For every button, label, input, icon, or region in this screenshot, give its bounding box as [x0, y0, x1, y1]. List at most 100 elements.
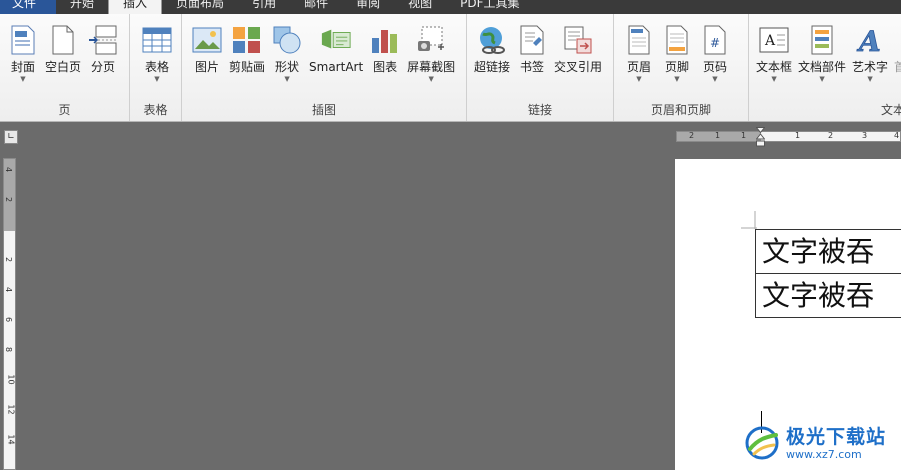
ruler-number: 2 — [4, 256, 14, 263]
blank-page-button[interactable]: 空白页 — [42, 24, 84, 84]
document-table[interactable]: 文字被吞 文字被吞 — [755, 229, 901, 318]
page-number-button[interactable]: # 页码 ▼ — [696, 24, 734, 84]
svg-text:A: A — [856, 25, 881, 55]
hyperlink-icon — [476, 24, 508, 56]
group-label-pages: 页 — [58, 103, 71, 117]
horizontal-ruler[interactable]: 2 1 1 1 2 3 4 — [676, 131, 901, 142]
chevron-down-icon: ▼ — [154, 75, 160, 83]
tab-references[interactable]: 引用 — [238, 0, 290, 14]
vertical-ruler[interactable]: 4 2 2 4 6 8 10 12 14 — [3, 158, 16, 470]
clip-art-icon — [231, 24, 263, 56]
tab-file[interactable]: 文件 — [0, 0, 57, 14]
group-illustrations: 图片 剪贴画 形状 ▼ SmartArt 图表 屏幕截图 ▼ 插图 — [182, 14, 467, 121]
chevron-down-icon: ▼ — [636, 75, 642, 83]
page-break-icon — [87, 24, 119, 56]
ribbon-tab-bar: 文件 开始 插入 页面布局 引用 邮件 审阅 视图 PDF工具集 — [0, 0, 901, 14]
picture-button[interactable]: 图片 — [188, 24, 226, 84]
cover-page-button[interactable]: 封面 ▼ — [4, 24, 42, 84]
shapes-icon — [271, 24, 303, 56]
tab-mailings[interactable]: 邮件 — [290, 0, 342, 14]
chevron-down-icon: ▼ — [284, 75, 290, 83]
aurora-logo-icon — [745, 426, 779, 460]
ruler-number: 1 — [795, 131, 801, 140]
screenshot-button[interactable]: 屏幕截图 ▼ — [404, 24, 458, 84]
group-label-illustrations: 插图 — [311, 103, 336, 117]
table-cell[interactable]: 文字被吞 — [755, 229, 901, 274]
ruler-number: 4 — [894, 131, 900, 140]
header-label: 页眉 — [626, 60, 651, 74]
table-row: 文字被吞 — [755, 273, 901, 318]
footer-icon — [661, 24, 693, 56]
table-button[interactable]: 表格 ▼ — [138, 24, 176, 84]
cover-page-label: 封面 — [10, 60, 35, 74]
table-cell[interactable]: 文字被吞 — [755, 273, 901, 318]
header-button[interactable]: 页眉 ▼ — [620, 24, 658, 84]
ribbon: 封面 ▼ 空白页 分页 页 表格 ▼ 表格 图片 剪贴画 形状 ▼ SmartA… — [0, 14, 901, 122]
text-box-icon: A — [758, 24, 790, 56]
picture-label: 图片 — [194, 60, 219, 74]
svg-text:#: # — [710, 36, 720, 50]
group-label-links: 链接 — [527, 103, 552, 117]
picture-icon — [191, 24, 223, 56]
clip-art-button[interactable]: 剪贴画 — [226, 24, 268, 84]
smartart-button[interactable]: SmartArt — [306, 24, 366, 84]
chevron-down-icon: ▼ — [867, 75, 873, 83]
chevron-down-icon: ▼ — [20, 75, 26, 83]
table-label: 表格 — [144, 60, 169, 74]
hyperlink-button[interactable]: 超链接 — [471, 24, 513, 84]
watermark-title: 极光下载站 — [786, 425, 887, 448]
indent-marker-icon[interactable] — [756, 127, 765, 149]
group-label-table: 表格 — [143, 103, 168, 117]
page-number-label: 页码 — [702, 60, 727, 74]
text-box-label: 文本框 — [756, 60, 793, 74]
chart-label: 图表 — [373, 60, 398, 74]
chart-icon — [369, 24, 401, 56]
ruler-number: 4 — [4, 286, 14, 293]
group-label-text: 文本 — [880, 103, 901, 117]
ruler-number: 2 — [689, 131, 695, 140]
page-number-icon: # — [699, 24, 731, 56]
smartart-label: SmartArt — [309, 60, 364, 74]
page-break-button[interactable]: 分页 — [84, 24, 122, 84]
bookmark-button[interactable]: 书签 — [513, 24, 551, 84]
tab-stop-selector-icon[interactable]: ∟ — [4, 130, 18, 144]
footer-button[interactable]: 页脚 ▼ — [658, 24, 696, 84]
ruler-number: 8 — [4, 346, 14, 353]
crop-mark-icon — [741, 211, 757, 229]
tab-pdf-tools[interactable]: PDF工具集 — [446, 0, 533, 14]
shapes-label: 形状 — [275, 60, 300, 74]
cross-reference-button[interactable]: 交叉引用 — [551, 24, 605, 84]
group-table: 表格 ▼ 表格 — [130, 14, 182, 121]
header-icon — [623, 24, 655, 56]
chevron-down-icon: ▼ — [674, 75, 680, 83]
chevron-down-icon: ▼ — [771, 75, 777, 83]
drop-cap-label: 首 — [894, 60, 901, 74]
group-pages: 封面 ▼ 空白页 分页 页 — [0, 14, 130, 121]
group-header-footer: 页眉 ▼ 页脚 ▼ # 页码 ▼ 页眉和页脚 — [614, 14, 749, 121]
table-row: 文字被吞 — [755, 229, 901, 274]
chevron-down-icon: ▼ — [712, 75, 718, 83]
chevron-down-icon: ▼ — [819, 75, 825, 83]
ruler-number: 6 — [4, 316, 14, 323]
text-box-button[interactable]: A 文本框 ▼ — [753, 24, 795, 84]
tab-page-layout[interactable]: 页面布局 — [162, 0, 238, 14]
wordart-icon: A — [854, 24, 886, 56]
group-text: A 文本框 ▼ 文档部件 ▼ A 艺术字 ▼ 首 — [749, 14, 901, 121]
drop-cap-button[interactable]: 首 — [891, 24, 901, 84]
chart-button[interactable]: 图表 — [366, 24, 404, 84]
screenshot-label: 屏幕截图 — [407, 60, 456, 74]
shapes-button[interactable]: 形状 ▼ — [268, 24, 306, 84]
tab-home[interactable]: 开始 — [56, 0, 108, 14]
quick-parts-button[interactable]: 文档部件 ▼ — [795, 24, 849, 84]
ruler-number: 10 — [6, 374, 16, 385]
smartart-icon — [320, 24, 352, 56]
ruler-number: 12 — [6, 404, 16, 415]
footer-label: 页脚 — [664, 60, 689, 74]
tab-view[interactable]: 视图 — [394, 0, 446, 14]
ruler-number: 14 — [6, 434, 16, 445]
wordart-button[interactable]: A 艺术字 ▼ — [849, 24, 891, 84]
bookmark-icon — [516, 24, 548, 56]
tab-insert[interactable]: 插入 — [108, 0, 163, 14]
blank-page-label: 空白页 — [45, 60, 82, 74]
tab-review[interactable]: 审阅 — [342, 0, 394, 14]
